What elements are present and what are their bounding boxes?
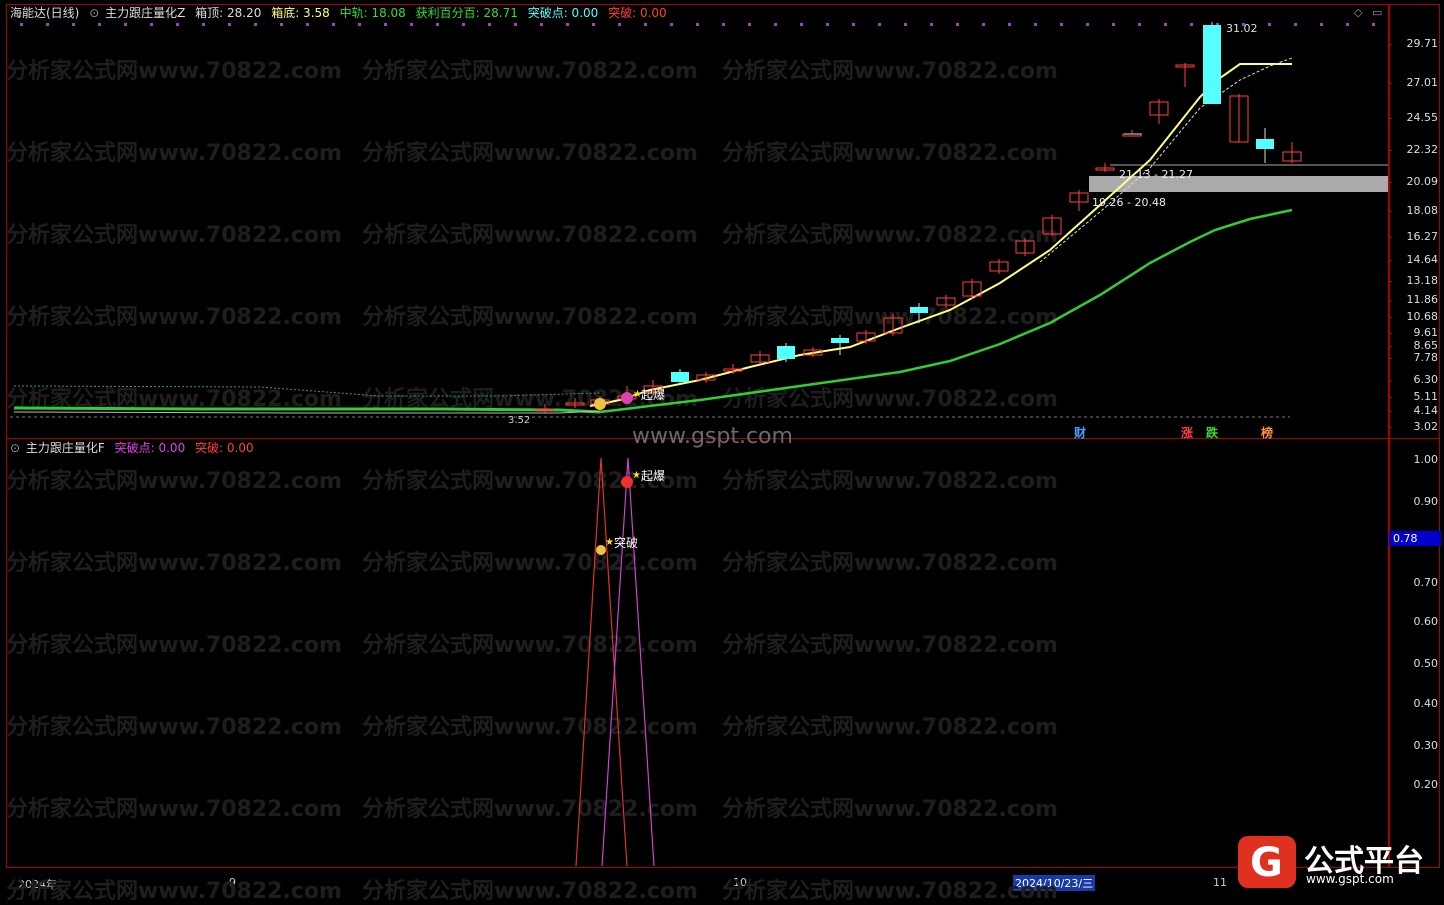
breakthrough-label-sub: 突破 <box>614 536 639 550</box>
candle-body-down <box>910 307 928 313</box>
top-dot <box>1346 23 1349 26</box>
top-dot <box>176 23 179 26</box>
top-dot <box>436 23 439 26</box>
top-dot <box>1372 23 1375 26</box>
star-icon-sub2: ★ <box>632 470 641 481</box>
top-dot <box>826 23 829 26</box>
event-badge-limit-down[interactable]: 跌 <box>1205 424 1219 441</box>
top-dot <box>852 23 855 26</box>
top-dot <box>800 23 803 26</box>
top-dot <box>280 23 283 26</box>
top-dot <box>1268 23 1271 26</box>
top-dot <box>774 23 777 26</box>
top-dot <box>982 23 985 26</box>
top-dot <box>462 23 465 26</box>
top-dot <box>1112 23 1115 26</box>
logo: G 公式平台 www.gspt.com <box>1238 836 1438 888</box>
top-dot <box>332 23 335 26</box>
top-dot <box>566 23 569 26</box>
top-dot <box>1060 23 1063 26</box>
candle-body-down <box>671 372 689 382</box>
top-dot <box>670 23 673 26</box>
low-price-label: 3.52 <box>508 415 531 426</box>
top-dot <box>748 23 751 26</box>
top-dot <box>306 23 309 26</box>
candle-body-down <box>831 338 849 343</box>
top-dot <box>1138 23 1141 26</box>
explode-label-top: 起爆 <box>641 388 666 402</box>
top-dot <box>592 23 595 26</box>
top-dot <box>488 23 491 26</box>
top-dot <box>1164 23 1167 26</box>
top-dot <box>930 23 933 26</box>
explode-icon <box>621 392 633 404</box>
top-dot <box>540 23 543 26</box>
top-dot <box>644 23 647 26</box>
base-green-line <box>13 406 601 414</box>
ma-white-dashed <box>1039 57 1293 263</box>
event-badge-limit-up[interactable]: 涨 <box>1180 424 1194 441</box>
explode-signal-line <box>601 457 655 867</box>
logo-url: www.gspt.com <box>1306 872 1394 886</box>
candle-body-down <box>1203 25 1221 104</box>
top-dot <box>1034 23 1037 26</box>
ma-yellow <box>589 63 1292 407</box>
star-icon-sub: ★ <box>605 537 614 548</box>
top-dot <box>202 23 205 26</box>
zone-lower-label: 19.26 - 20.48 <box>1092 196 1166 209</box>
top-dot <box>98 23 101 26</box>
top-dot <box>384 23 387 26</box>
top-dot <box>1294 23 1297 26</box>
candle-body-down <box>1256 139 1274 149</box>
top-dot <box>722 23 725 26</box>
top-dot <box>72 23 75 26</box>
top-dot <box>228 23 231 26</box>
top-dot <box>1320 23 1323 26</box>
top-dot <box>904 23 907 26</box>
coin-icon <box>594 398 606 410</box>
top-dot <box>1008 23 1011 26</box>
price-chart-svg[interactable]: ★★★ <box>0 0 1444 894</box>
top-dot <box>956 23 959 26</box>
top-dot <box>514 23 517 26</box>
zone-upper-label: 21.13 - 21.27 <box>1119 168 1193 181</box>
high-price-label: 31.02 <box>1226 22 1258 35</box>
top-dot <box>254 23 257 26</box>
upper-band-line <box>13 385 601 397</box>
top-dot <box>1086 23 1089 26</box>
event-badge-finance[interactable]: 财 <box>1073 424 1087 441</box>
top-dot <box>878 23 881 26</box>
top-dot <box>696 23 699 26</box>
top-dot <box>410 23 413 26</box>
breakthrough-signal-line <box>575 457 628 867</box>
top-dot <box>150 23 153 26</box>
top-dot <box>46 23 49 26</box>
candle-body-down <box>777 346 795 359</box>
top-dot <box>1190 23 1193 26</box>
top-dot <box>124 23 127 26</box>
logo-g-letter: G <box>1250 840 1283 886</box>
top-dot <box>358 23 361 26</box>
event-badge-rank[interactable]: 榜 <box>1260 424 1274 441</box>
explode-label-sub: 起爆 <box>641 469 666 483</box>
top-dot <box>20 23 23 26</box>
top-dot <box>618 23 621 26</box>
